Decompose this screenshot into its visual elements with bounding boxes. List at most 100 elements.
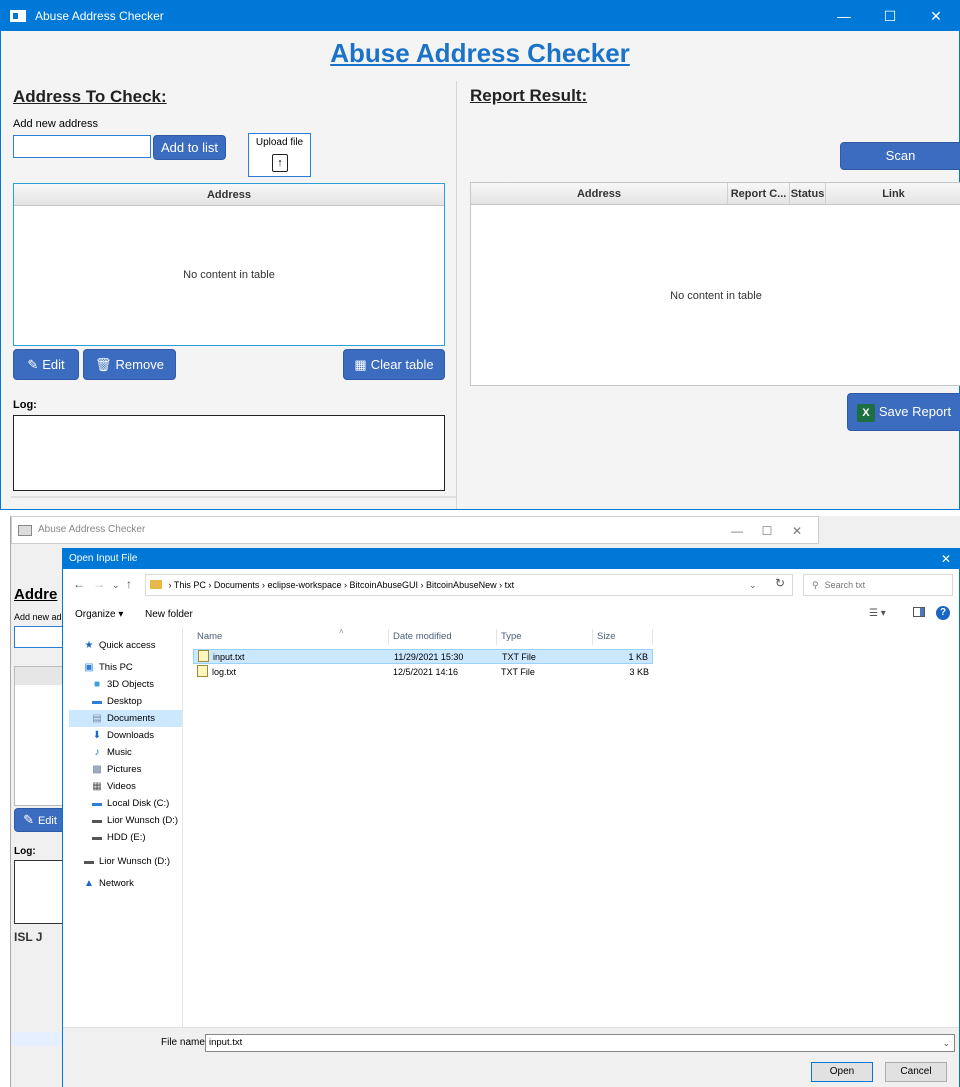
search-input[interactable]: ⚲ Search txt [803, 574, 953, 596]
remove-button[interactable]: 🗑 Remove [83, 349, 176, 380]
nav-network[interactable]: ▲ Network [69, 875, 182, 892]
upload-file-label: Upload file [255, 137, 304, 148]
background-address-table [14, 666, 66, 806]
file-row-log[interactable]: log.txt 12/5/2021 14:16 TXT File 3 KB [193, 665, 653, 680]
background-stray-text: ISL J [14, 930, 43, 944]
main-window: Abuse Address Checker — ☐ ✕ Abuse Addres… [0, 0, 960, 510]
open-file-dialog: Open Input File ✕ ← → ⌄ ↑ › This PC › Do… [62, 548, 960, 1087]
horizontal-scrollbar[interactable] [11, 496, 456, 498]
panel-divider [456, 81, 457, 509]
view-options-icon[interactable]: ☰ ▾ [869, 608, 886, 619]
app-heading: Abuse Address Checker [330, 38, 630, 68]
address-dropdown-icon[interactable]: ⌄ [749, 580, 757, 591]
column-header-status[interactable]: Status [790, 183, 826, 204]
cube-icon: ■ [93, 679, 101, 690]
breadcrumb-bitcoinabusegui[interactable]: BitcoinAbuseGUI [349, 580, 418, 590]
column-header-report-count[interactable]: Report C... [728, 183, 790, 204]
file-name-label: File name: [161, 1037, 208, 1048]
file-name-input[interactable]: input.txt ⌄ [205, 1034, 955, 1052]
app-icon [18, 525, 32, 536]
minimize-icon[interactable]: — [821, 1, 867, 31]
breadcrumb-documents[interactable]: Documents [214, 580, 260, 590]
clear-table-button[interactable]: ▦ Clear table [343, 349, 445, 380]
clear-table-label: Clear table [370, 357, 434, 372]
organize-menu[interactable]: Organize ▾ [75, 609, 123, 620]
preview-pane-icon[interactable] [913, 607, 925, 617]
refresh-icon[interactable]: ↻ [775, 576, 785, 590]
breadcrumb-txt[interactable]: txt [505, 580, 515, 590]
text-file-icon [198, 650, 209, 662]
column-header-name[interactable]: Name [193, 629, 389, 645]
breadcrumb-bitcoinabusenew[interactable]: BitcoinAbuseNew [426, 580, 497, 590]
address-bar[interactable]: › This PC › Documents › eclipse-workspac… [145, 574, 793, 596]
maximize-icon[interactable]: ☐ [752, 517, 782, 545]
chevron-down-icon[interactable]: ⌄ [942, 1035, 950, 1051]
help-icon[interactable]: ? [936, 606, 950, 620]
nav-lior-wunsch-d[interactable]: ▬ Lior Wunsch (D:) [69, 812, 182, 829]
file-name-value: input.txt [209, 1037, 243, 1048]
save-report-button[interactable]: X Save Report [847, 393, 960, 431]
document-icon: ▤ [92, 713, 102, 724]
edit-button[interactable]: ✎ Edit [13, 349, 79, 380]
scan-button[interactable]: Scan [840, 142, 960, 170]
main-titlebar: Abuse Address Checker — ☐ ✕ [1, 1, 959, 31]
nav-local-disk-c[interactable]: ▬ Local Disk (C:) [69, 795, 182, 812]
up-arrow-icon[interactable]: ↑ [126, 577, 132, 591]
save-report-label: Save Report [878, 404, 952, 419]
report-table[interactable]: Address Report C... Status Link No conte… [470, 182, 960, 386]
address-table[interactable]: Address No content in table [13, 183, 445, 346]
background-highlight-strip [11, 1032, 63, 1046]
nav-pictures[interactable]: ▩ Pictures [69, 761, 182, 778]
add-to-list-button[interactable]: Add to list [153, 135, 226, 160]
cancel-button[interactable]: Cancel [885, 1062, 947, 1082]
add-address-label: Add new address [13, 118, 98, 130]
maximize-icon[interactable]: ☐ [867, 1, 913, 31]
clear-table-icon: ▦ [354, 357, 367, 372]
nav-videos[interactable]: ▦ Videos [69, 778, 182, 795]
log-textarea[interactable] [13, 415, 445, 491]
background-log-label: Log: [14, 846, 36, 857]
new-folder-button[interactable]: New folder [145, 609, 193, 620]
nav-lior-wunsch-d-2[interactable]: ▬ Lior Wunsch (D:) [69, 853, 182, 870]
column-header-size[interactable]: Size [593, 629, 653, 645]
minimize-icon[interactable]: — [722, 517, 752, 545]
close-icon[interactable]: ✕ [937, 550, 955, 568]
column-header-date-modified[interactable]: Date modified [389, 629, 497, 645]
close-icon[interactable]: ✕ [782, 517, 812, 545]
computer-icon: ▣ [84, 662, 94, 673]
search-icon: ⚲ [812, 580, 819, 590]
column-header-link[interactable]: Link [826, 183, 960, 204]
report-result-heading: Report Result: [470, 86, 588, 105]
drive-icon: ▬ [92, 815, 102, 826]
search-placeholder: Search txt [824, 580, 866, 590]
background-window-title: Abuse Address Checker [38, 524, 146, 535]
back-arrow-icon[interactable]: ← [73, 577, 85, 591]
nav-3d-objects[interactable]: ■ 3D Objects [69, 676, 182, 693]
breadcrumb-this-pc[interactable]: This PC [174, 580, 206, 590]
nav-music[interactable]: ♪ Music [69, 744, 182, 761]
forward-arrow-icon[interactable]: → [93, 577, 105, 591]
recent-locations-icon[interactable]: ⌄ [112, 580, 120, 591]
window-title: Abuse Address Checker [35, 9, 164, 23]
close-icon[interactable]: ✕ [913, 1, 959, 31]
address-input[interactable] [13, 135, 151, 158]
column-header-address[interactable]: Address [14, 184, 444, 205]
column-header-type[interactable]: Type [497, 629, 593, 645]
nav-this-pc[interactable]: ▣ This PC [69, 659, 182, 676]
file-row-input[interactable]: input.txt 11/29/2021 15:30 TXT File 1 KB [193, 649, 653, 664]
report-table-empty: No content in table [670, 290, 762, 302]
nav-desktop[interactable]: ▬ Desktop [69, 693, 182, 710]
file-list-header: ˄ Name Date modified Type Size [193, 627, 653, 647]
nav-documents[interactable]: ▤ Documents [69, 710, 182, 727]
upload-file-button[interactable]: Upload file ↑ [248, 133, 311, 177]
nav-hdd-e[interactable]: ▬ HDD (E:) [69, 829, 182, 846]
background-edit-button: ✎ Edit [14, 808, 66, 832]
breadcrumb-eclipse-workspace[interactable]: eclipse-workspace [267, 580, 341, 590]
column-header-address[interactable]: Address [471, 183, 728, 204]
disk-icon: ▬ [92, 798, 102, 809]
nav-downloads[interactable]: ⬇ Downloads [69, 727, 182, 744]
navigation-pane: ★ Quick access ▣ This PC ■ 3D Objects ▬ Desk… [63, 627, 183, 1027]
background-titlebar: Abuse Address Checker — ☐ ✕ [11, 516, 819, 544]
open-button[interactable]: Open [811, 1062, 873, 1082]
nav-quick-access[interactable]: ★ Quick access [69, 637, 182, 654]
